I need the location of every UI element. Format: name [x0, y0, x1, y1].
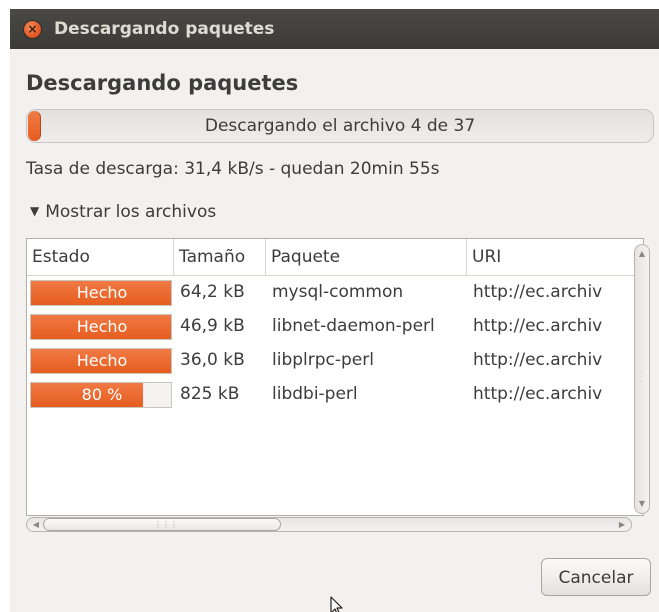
- close-icon[interactable]: ×: [24, 21, 41, 38]
- uri-cell: http://ec.archiv: [473, 350, 603, 370]
- files-table: Estado Tamaño Paquete URI Hecho 64,2 kB …: [26, 238, 644, 516]
- horizontal-scroll-thumb[interactable]: ⋮⋮⋮: [43, 518, 281, 531]
- package-cell: libdbi-perl: [272, 384, 358, 404]
- status-cell: Hecho: [27, 344, 174, 378]
- status-text: Hecho: [76, 283, 128, 302]
- scroll-up-icon[interactable]: ▲: [635, 247, 649, 261]
- status-progress-bar: Hecho: [30, 280, 172, 306]
- column-header-size[interactable]: Tamaño: [174, 239, 266, 275]
- expander-label: Mostrar los archivos: [45, 202, 217, 222]
- package-cell: libnet-daemon-perl: [272, 316, 435, 336]
- status-progress-bar: Hecho: [30, 348, 172, 374]
- status-text: Hecho: [76, 351, 128, 370]
- scroll-down-icon[interactable]: ▼: [635, 497, 649, 511]
- size-cell: 825 kB: [180, 384, 240, 404]
- thumb-grip-icon: ⋮⋮⋮: [154, 520, 178, 529]
- title-bar[interactable]: × Descargando paquetes: [10, 9, 659, 49]
- cancel-button[interactable]: Cancelar: [541, 558, 651, 596]
- status-progress-bar: Hecho: [30, 314, 172, 340]
- uri-cell: http://ec.archiv: [473, 282, 603, 302]
- package-cell: libplrpc-perl: [272, 350, 374, 370]
- uri-cell: http://ec.archiv: [473, 384, 603, 404]
- package-cell: mysql-common: [272, 282, 404, 302]
- status-cell: Hecho: [27, 310, 174, 344]
- download-dialog: × Descargando paquetes Descargando paque…: [10, 9, 659, 612]
- table-row[interactable]: Hecho 36,0 kB libplrpc-perl http://ec.ar…: [27, 344, 643, 378]
- table-row[interactable]: Hecho 64,2 kB mysql-common http://ec.arc…: [27, 276, 643, 310]
- triangle-down-icon: ▼: [30, 204, 40, 218]
- window-title: Descargando paquetes: [54, 19, 275, 39]
- horizontal-scrollbar[interactable]: ◀ ⋮⋮⋮ ▶: [26, 517, 632, 532]
- table-header: Estado Tamaño Paquete URI: [27, 239, 643, 276]
- status-cell: Hecho: [27, 276, 174, 310]
- table-row[interactable]: Hecho 46,9 kB libnet-daemon-perl http://…: [27, 310, 643, 344]
- uri-cell: http://ec.archiv: [473, 316, 603, 336]
- size-cell: 36,0 kB: [180, 350, 245, 370]
- scroll-right-icon[interactable]: ▶: [615, 518, 629, 531]
- column-header-package[interactable]: Paquete: [266, 239, 467, 275]
- overall-progress-bar: Descargando el archivo 4 de 37: [26, 109, 654, 143]
- vertical-scrollbar[interactable]: ▲ · · · ▼: [634, 244, 650, 514]
- mouse-pointer-icon: [330, 596, 343, 612]
- table-row[interactable]: 80 % 825 kB libdbi-perl http://ec.archiv: [27, 378, 643, 412]
- status-progress-bar: 80 %: [30, 382, 172, 408]
- dialog-heading: Descargando paquetes: [26, 71, 299, 95]
- status-text: Hecho: [76, 317, 128, 336]
- column-header-uri[interactable]: URI: [467, 239, 643, 275]
- column-header-status[interactable]: Estado: [27, 239, 174, 275]
- size-cell: 64,2 kB: [180, 282, 245, 302]
- scroll-left-icon[interactable]: ◀: [29, 518, 43, 531]
- progress-text: Descargando el archivo 4 de 37: [204, 116, 476, 136]
- status-cell: 80 %: [27, 378, 174, 412]
- show-files-expander[interactable]: ▼ Mostrar los archivos: [30, 202, 216, 222]
- size-cell: 46,9 kB: [180, 316, 245, 336]
- status-text: 80 %: [81, 385, 123, 404]
- scroll-grip-icon: · · ·: [640, 369, 643, 386]
- download-rate-text: Tasa de descarga: 31,4 kB/s - quedan 20m…: [26, 159, 440, 179]
